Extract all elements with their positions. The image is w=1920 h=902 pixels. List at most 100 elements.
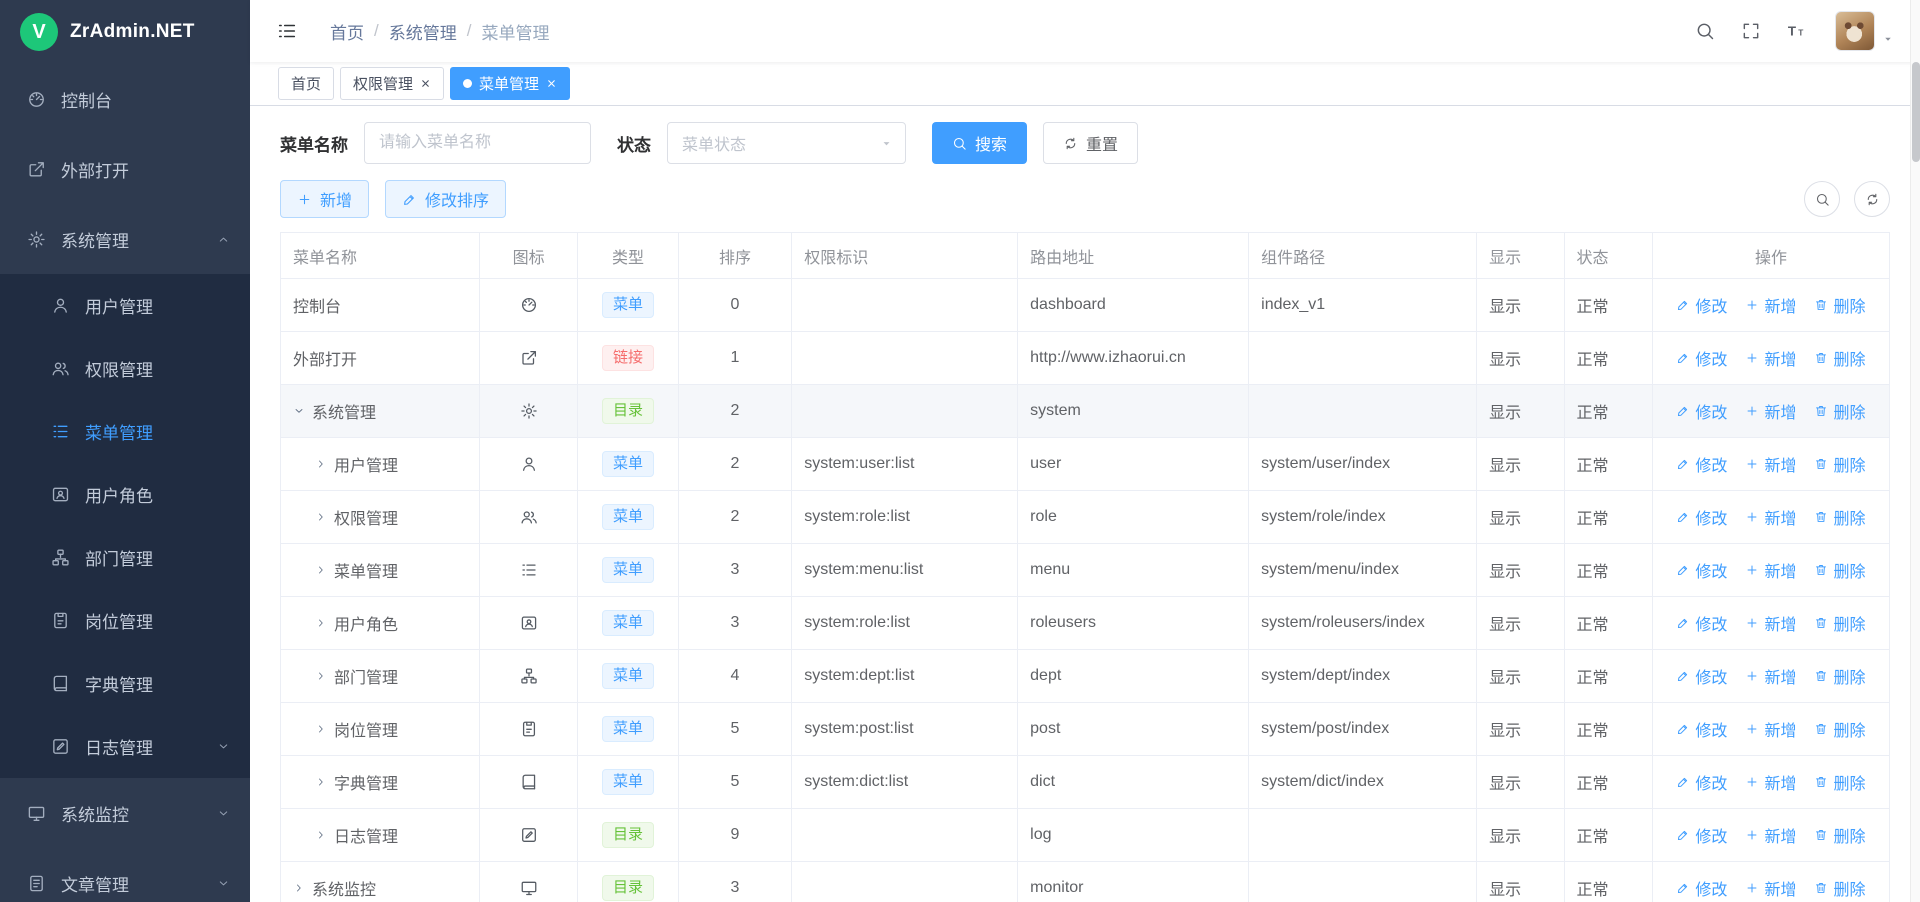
add-link[interactable]: 新增 [1745, 770, 1796, 794]
fullscreen-icon[interactable] [1741, 21, 1761, 41]
chevron-right-icon[interactable] [315, 829, 327, 841]
user-avatar[interactable] [1835, 11, 1875, 51]
edit-link[interactable]: 修改 [1676, 717, 1727, 741]
order-cell: 5 [678, 756, 791, 809]
refresh-button[interactable] [1854, 181, 1890, 217]
menu-icon-cell [479, 385, 577, 438]
sidebar-item-label: 权限管理 [85, 356, 230, 381]
page-scrollbar[interactable] [1910, 0, 1920, 902]
delete-link[interactable]: 删除 [1814, 770, 1865, 794]
user-menu[interactable] [1835, 11, 1894, 51]
delete-link[interactable]: 删除 [1814, 558, 1865, 582]
tab[interactable]: 首页 [278, 67, 334, 100]
edit-link[interactable]: 修改 [1676, 293, 1727, 317]
component-cell: system/dept/index [1249, 650, 1477, 703]
sidebar-item[interactable]: 文章管理 [0, 848, 250, 902]
sidebar-item[interactable]: 用户角色 [0, 463, 250, 526]
toggle-search-button[interactable] [1804, 181, 1840, 217]
menu-name-input[interactable] [364, 122, 591, 164]
font-size-icon[interactable]: TT [1787, 21, 1807, 41]
edit-link[interactable]: 修改 [1676, 452, 1727, 476]
add-link[interactable]: 新增 [1745, 293, 1796, 317]
type-tag: 菜单 [602, 663, 654, 689]
add-link[interactable]: 新增 [1745, 452, 1796, 476]
delete-link[interactable]: 删除 [1814, 876, 1865, 900]
edit-link[interactable]: 修改 [1676, 876, 1727, 900]
chevron-down-icon[interactable] [293, 405, 305, 417]
add-link[interactable]: 新增 [1745, 823, 1796, 847]
search-button[interactable]: 搜索 [932, 122, 1027, 164]
edit-link[interactable]: 修改 [1676, 823, 1727, 847]
add-link[interactable]: 新增 [1745, 558, 1796, 582]
sidebar-item[interactable]: 外部打开 [0, 134, 250, 204]
users-icon [520, 508, 538, 526]
sort-button[interactable]: 修改排序 [385, 180, 506, 218]
sidebar-item[interactable]: 系统监控 [0, 778, 250, 848]
close-icon[interactable] [420, 78, 431, 89]
edit-link[interactable]: 修改 [1676, 399, 1727, 423]
menu-name-text: 岗位管理 [334, 717, 398, 741]
sidebar-item[interactable]: 部门管理 [0, 526, 250, 589]
delete-link[interactable]: 删除 [1814, 664, 1865, 688]
delete-link[interactable]: 删除 [1814, 399, 1865, 423]
close-icon[interactable] [546, 78, 557, 89]
add-button[interactable]: 新增 [280, 180, 369, 218]
sidebar-item[interactable]: 日志管理 [0, 715, 250, 778]
tab[interactable]: 权限管理 [340, 67, 444, 100]
sidebar-item[interactable]: 字典管理 [0, 652, 250, 715]
edit-link[interactable]: 修改 [1676, 770, 1727, 794]
caret-down-icon[interactable] [1882, 33, 1894, 45]
edit-link[interactable]: 修改 [1676, 505, 1727, 529]
sidebar-item[interactable]: 权限管理 [0, 337, 250, 400]
add-link[interactable]: 新增 [1745, 611, 1796, 635]
search-icon[interactable] [1695, 21, 1715, 41]
delete-icon [1814, 298, 1828, 312]
status-cell: 正常 [1564, 703, 1652, 756]
edit-link[interactable]: 修改 [1676, 346, 1727, 370]
sidebar-item[interactable]: 菜单管理 [0, 400, 250, 463]
sidebar-item[interactable]: 控制台 [0, 64, 250, 134]
status-select[interactable]: 菜单状态 [667, 122, 906, 164]
delete-link[interactable]: 删除 [1814, 293, 1865, 317]
app-logo[interactable]: V ZrAdmin.NET [0, 0, 250, 64]
sidebar-item[interactable]: 用户管理 [0, 274, 250, 337]
chevron-right-icon[interactable] [315, 723, 327, 735]
reset-button[interactable]: 重置 [1043, 122, 1138, 164]
chevron-right-icon[interactable] [293, 882, 305, 894]
add-link[interactable]: 新增 [1745, 876, 1796, 900]
delete-link[interactable]: 删除 [1814, 717, 1865, 741]
delete-link[interactable]: 删除 [1814, 823, 1865, 847]
menu-fold-icon[interactable] [276, 20, 298, 42]
gear-icon [520, 402, 538, 420]
delete-link[interactable]: 删除 [1814, 611, 1865, 635]
chevron-right-icon[interactable] [315, 776, 327, 788]
breadcrumb-item[interactable]: 首页 [330, 19, 364, 44]
chevron-right-icon[interactable] [315, 458, 327, 470]
menu-list-icon [50, 422, 70, 441]
scrollbar-thumb[interactable] [1912, 62, 1920, 162]
add-link[interactable]: 新增 [1745, 505, 1796, 529]
edit-link[interactable]: 修改 [1676, 664, 1727, 688]
delete-link[interactable]: 删除 [1814, 505, 1865, 529]
delete-link[interactable]: 删除 [1814, 346, 1865, 370]
chevron-right-icon[interactable] [315, 511, 327, 523]
filter-form: 菜单名称 状态 菜单状态 搜索 重置 [280, 122, 1890, 164]
menu-name-text: 用户角色 [334, 611, 398, 635]
tab[interactable]: 菜单管理 [450, 67, 570, 100]
menu-type-cell: 菜单 [578, 650, 678, 703]
type-tag: 菜单 [602, 557, 654, 583]
sidebar-item[interactable]: 系统管理 [0, 204, 250, 274]
edit-link[interactable]: 修改 [1676, 558, 1727, 582]
dept-tree-icon [520, 667, 538, 685]
chevron-right-icon[interactable] [315, 564, 327, 576]
add-link[interactable]: 新增 [1745, 664, 1796, 688]
delete-link[interactable]: 删除 [1814, 452, 1865, 476]
add-link[interactable]: 新增 [1745, 717, 1796, 741]
add-link[interactable]: 新增 [1745, 399, 1796, 423]
chevron-right-icon[interactable] [315, 670, 327, 682]
breadcrumb-item[interactable]: 系统管理 [389, 19, 457, 44]
add-link[interactable]: 新增 [1745, 346, 1796, 370]
sidebar-item[interactable]: 岗位管理 [0, 589, 250, 652]
chevron-right-icon[interactable] [315, 617, 327, 629]
edit-link[interactable]: 修改 [1676, 611, 1727, 635]
